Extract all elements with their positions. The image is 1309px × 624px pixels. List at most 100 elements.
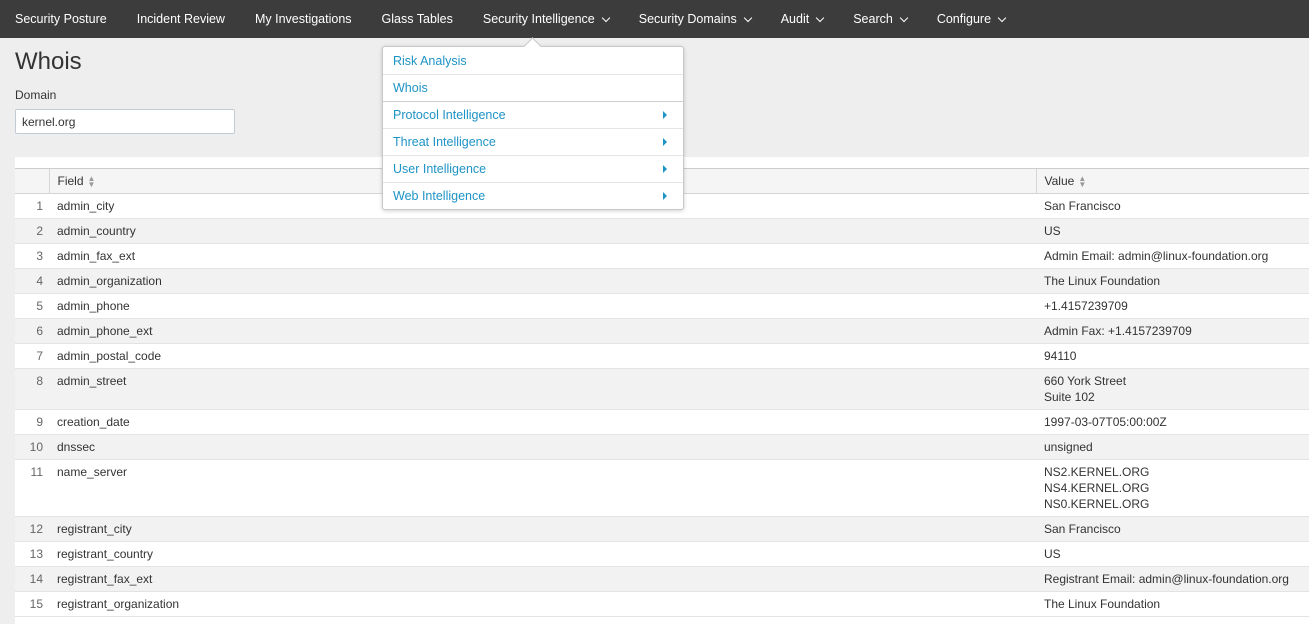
nav-item-label: Search: [853, 12, 893, 26]
menu-item-risk-analysis[interactable]: Risk Analysis: [383, 47, 683, 74]
field-cell: admin_postal_code: [49, 343, 1036, 369]
field-cell: registrant_country: [49, 541, 1036, 567]
row-number: 6: [15, 318, 49, 344]
nav-item-security-intelligence[interactable]: Security Intelligence: [468, 0, 624, 38]
row-number: 8: [15, 368, 49, 410]
field-cell: admin_street: [49, 368, 1036, 410]
page-title: Whois: [15, 48, 82, 75]
nav-item-security-domains[interactable]: Security Domains: [624, 0, 766, 38]
domain-input[interactable]: [15, 109, 235, 134]
nav-item-label: Incident Review: [136, 12, 225, 26]
nav-item-label: Security Domains: [638, 12, 737, 26]
value-line: The Linux Foundation: [1044, 596, 1161, 611]
value-cell: US: [1036, 218, 1309, 244]
nav-item-glass-tables[interactable]: Glass Tables: [367, 0, 468, 38]
value-cell: Admin Email: admin@linux-foundation.org: [1036, 243, 1309, 269]
field-cell: registrant_city: [49, 516, 1036, 542]
value-cell: San Francisco: [1036, 193, 1309, 219]
caret-right-icon: [663, 192, 667, 200]
table-row: 4 admin_organization The Linux Foundation: [15, 268, 1309, 294]
value-column-header[interactable]: Value ▲ ▼: [1035, 169, 1309, 194]
field-header-label: Field: [57, 173, 84, 188]
value-line: US: [1044, 223, 1061, 238]
table-row: 5 admin_phone +1.4157239709: [15, 293, 1309, 319]
domain-label: Domain: [15, 88, 57, 102]
chevron-down-icon: [601, 13, 611, 22]
value-cell: Registrant Email: admin@linux-foundation…: [1036, 566, 1309, 592]
value-line: Suite 102: [1044, 389, 1095, 404]
caret-right-icon: [663, 138, 667, 146]
table-row: 13 registrant_country US: [15, 541, 1309, 567]
caret-right-icon: [663, 165, 667, 173]
field-cell: admin_fax_ext: [49, 243, 1036, 269]
value-line: +1.4157239709: [1044, 298, 1128, 313]
menu-item-threat-intelligence[interactable]: Threat Intelligence: [383, 128, 683, 155]
table-row: 12 registrant_city San Francisco: [15, 516, 1309, 542]
field-cell: name_server: [49, 459, 1036, 517]
value-line: NS2.KERNEL.ORG: [1044, 464, 1150, 479]
table-row: 9 creation_date 1997-03-07T05:00:00Z: [15, 409, 1309, 435]
chevron-down-icon: [815, 13, 825, 22]
nav-item-audit[interactable]: Audit: [766, 0, 839, 38]
row-number: 7: [15, 343, 49, 369]
value-line: 94110: [1044, 348, 1077, 363]
value-cell: 660 York Street Suite 102: [1036, 368, 1309, 410]
value-header-label: Value: [1044, 173, 1075, 188]
menu-item-label: Risk Analysis: [393, 53, 467, 68]
nav-item-configure[interactable]: Configure: [922, 0, 1020, 38]
table-row: 2 admin_country US: [15, 218, 1309, 244]
field-cell: admin_country: [49, 218, 1036, 244]
sort-icon[interactable]: ▲ ▼: [88, 174, 96, 188]
chevron-down-icon: [899, 13, 909, 22]
nav-item-my-investigations[interactable]: My Investigations: [240, 0, 367, 38]
nav-item-label: Security Intelligence: [482, 12, 595, 26]
field-cell: creation_date: [49, 409, 1036, 435]
table-row: 3 admin_fax_ext Admin Email: admin@linux-f…: [15, 243, 1309, 269]
menu-item-label: Whois: [393, 81, 428, 95]
caret-right-icon: [663, 111, 667, 119]
value-cell: NS2.KERNEL.ORG NS4.KERNEL.ORG NS0.KERNEL.O…: [1036, 459, 1309, 517]
row-number: 1: [15, 193, 49, 219]
chevron-down-icon: [997, 13, 1007, 22]
menu-item-label: Threat Intelligence: [393, 135, 496, 149]
results-table: Field ▲ ▼ Value ▲ ▼ 1 admin_city San Francisco…: [15, 157, 1309, 624]
value-line: Admin Fax: +1.4157239709: [1044, 323, 1192, 338]
top-nav: Security Posture Incident Review My Invest…: [0, 0, 1309, 38]
value-cell: Admin Fax: +1.4157239709: [1036, 318, 1309, 344]
nav-item-search[interactable]: Search: [838, 0, 922, 38]
menu-item-user-intelligence[interactable]: User Intelligence: [383, 155, 683, 182]
value-line: US: [1044, 546, 1061, 561]
menu-item-label: Web Intelligence: [393, 189, 486, 203]
value-line: unsigned: [1044, 439, 1093, 454]
value-cell: US: [1036, 541, 1309, 567]
value-line: Registrant Email: admin@linux-foundation…: [1044, 571, 1289, 586]
row-number: 15: [15, 591, 49, 617]
field-cell: dnssec: [49, 434, 1036, 460]
table-row: 10 dnssec unsigned: [15, 434, 1309, 460]
menu-item-web-intelligence[interactable]: Web Intelligence: [383, 182, 683, 209]
row-number: 5: [15, 293, 49, 319]
value-line: San Francisco: [1044, 521, 1121, 536]
sort-icon[interactable]: ▲ ▼: [1078, 174, 1086, 188]
row-number: 14: [15, 566, 49, 592]
value-cell: 94110: [1036, 343, 1309, 369]
value-line: San Francisco: [1044, 198, 1121, 213]
value-line: The Linux Foundation: [1044, 273, 1161, 288]
security-intelligence-menu: Risk Analysis Whois Protocol Intelligence T…: [382, 46, 684, 210]
row-number: 9: [15, 409, 49, 435]
value-cell: 1997-03-07T05:00:00Z: [1036, 409, 1309, 435]
menu-item-whois[interactable]: Whois: [383, 74, 683, 101]
table-row: 15 registrant_organization The Linux Found…: [15, 591, 1309, 617]
value-cell: The Linux Foundation: [1036, 268, 1309, 294]
table-row: 11 name_server NS2.KERNEL.ORG NS4.KERNEL.OR…: [15, 459, 1309, 517]
nav-item-incident-review[interactable]: Incident Review: [122, 0, 240, 38]
nav-item-label: My Investigations: [254, 12, 352, 26]
chevron-down-icon: [743, 13, 752, 22]
menu-item-protocol-intelligence[interactable]: Protocol Intelligence: [383, 101, 683, 128]
value-line: Admin Email: admin@linux-foundation.org: [1044, 248, 1269, 263]
table-row: 6 admin_phone_ext Admin Fax: +1.4157239709: [15, 318, 1309, 344]
row-number: 11: [15, 459, 49, 517]
nav-item-security-posture[interactable]: Security Posture: [0, 0, 122, 38]
field-cell: admin_phone: [49, 293, 1036, 319]
table-row: 14 registrant_fax_ext Registrant Email: ad…: [15, 566, 1309, 592]
